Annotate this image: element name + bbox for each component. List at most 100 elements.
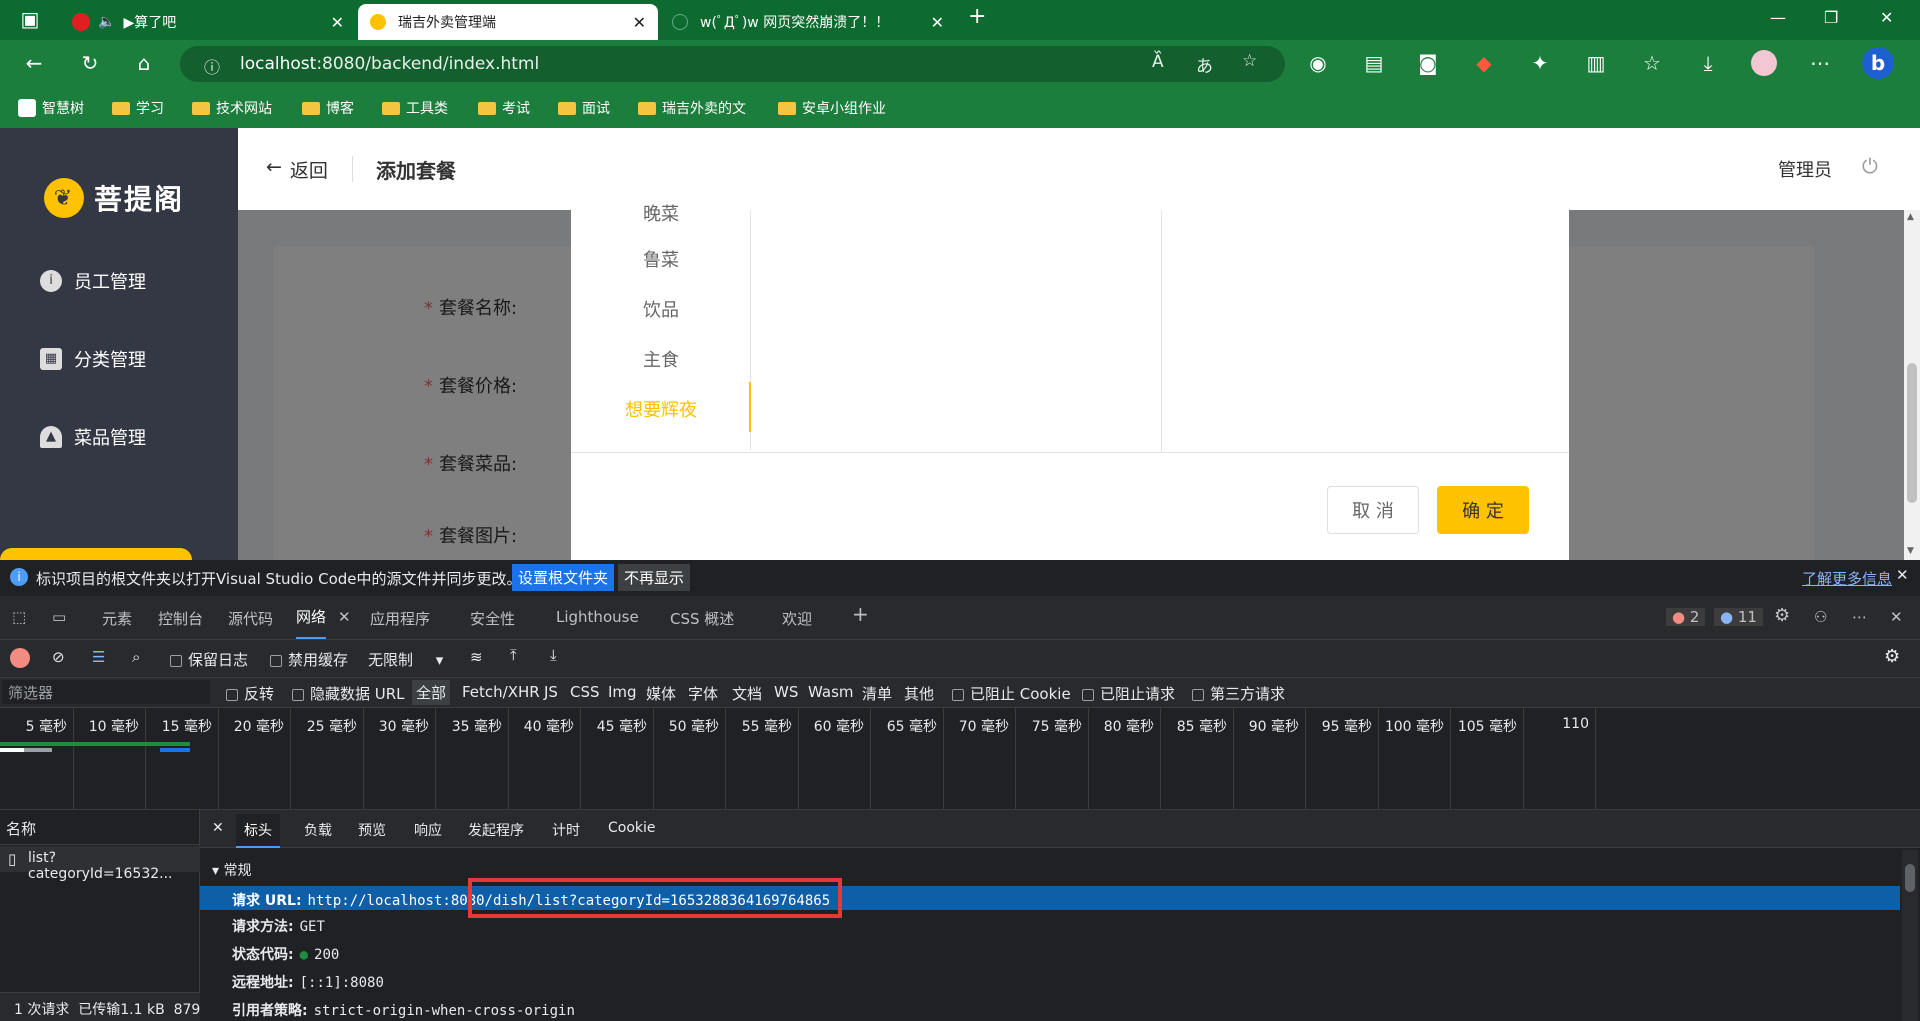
tab-response[interactable]: 响应	[414, 820, 442, 840]
address-bar[interactable]: ⓘ localhost:8080/backend/index.html A᷈ あ…	[180, 46, 1285, 82]
tab-actions-icon[interactable]: ▣	[16, 6, 44, 32]
page-scrollbar[interactable]: ▲ ▼	[1904, 210, 1920, 560]
more-tabs-icon[interactable]: +	[852, 602, 869, 626]
category-item[interactable]: 饮品	[571, 296, 751, 322]
more-icon[interactable]: ⋯	[1806, 50, 1834, 76]
filter-type-all[interactable]: 全部	[412, 680, 451, 705]
preserve-log-checkbox[interactable]: 保留日志	[170, 649, 248, 670]
detail-scrollbar[interactable]	[1902, 850, 1918, 1021]
nav-item-dish[interactable]: ▲ 菜品管理	[40, 424, 146, 450]
extension-3-icon[interactable]: ◙	[1414, 50, 1442, 76]
close-devtools-icon[interactable]: ✕	[1890, 608, 1903, 626]
power-icon[interactable]: ⏻	[1862, 154, 1878, 178]
tab-timing[interactable]: 计时	[552, 820, 580, 840]
tab-css-overview[interactable]: CSS 概述	[670, 608, 734, 629]
bookmark-folder[interactable]: 工具类	[382, 98, 448, 118]
export-har-icon[interactable]: ⤓	[550, 646, 557, 664]
hide-data-url-checkbox[interactable]: 隐藏数据 URL	[292, 683, 405, 704]
import-har-icon[interactable]: ⤒	[510, 646, 517, 664]
bookmark-item[interactable]: 智慧树	[18, 98, 84, 118]
tab-payload[interactable]: 负载	[304, 820, 332, 840]
tab-elements[interactable]: 元素	[102, 608, 132, 629]
customize-icon[interactable]: ⚇	[1814, 608, 1827, 626]
nav-item-category[interactable]: ▦ 分类管理	[40, 346, 146, 372]
tab-lighthouse[interactable]: Lighthouse	[556, 608, 639, 626]
confirm-button[interactable]: 确 定	[1437, 486, 1529, 534]
downloads-icon[interactable]: ⤓	[1694, 50, 1722, 76]
filter-type-css[interactable]: CSS	[570, 683, 600, 701]
inspect-icon[interactable]: ⬚	[12, 608, 26, 626]
bookmark-folder[interactable]: 技术网站	[192, 98, 272, 118]
bookmark-folder[interactable]: 瑞吉外卖的文	[638, 98, 746, 118]
bing-copilot-icon[interactable]: b	[1862, 47, 1894, 79]
category-item[interactable]: 鲁菜	[571, 246, 751, 272]
minimize-icon[interactable]: —	[1770, 8, 1786, 27]
detail-scrollbar-thumb[interactable]	[1905, 864, 1915, 892]
network-timeline-overview[interactable]: 5 毫秒 10 毫秒 15 毫秒 20 毫秒 25 毫秒 30 毫秒 35 毫秒 40 毫秒 4…	[0, 708, 1920, 810]
back-link[interactable]: ← 返回	[266, 156, 328, 183]
split-screen-icon[interactable]: ▥	[1582, 50, 1610, 76]
name-column-header[interactable]: 名称	[6, 818, 36, 839]
scroll-up-icon[interactable]: ▲	[1907, 212, 1914, 222]
filter-type-other[interactable]: 其他	[904, 683, 934, 704]
bookmark-folder[interactable]: 学习	[112, 98, 164, 118]
category-item[interactable]: 晚菜	[571, 200, 751, 226]
filter-type-xhr[interactable]: Fetch/XHR	[462, 683, 540, 701]
nav-item-employee[interactable]: i 员工管理	[40, 268, 146, 294]
filter-input[interactable]: 筛选器	[2, 680, 210, 704]
clear-icon[interactable]: ⊘	[52, 648, 65, 666]
close-infobar-icon[interactable]: ✕	[1896, 566, 1909, 584]
info-badge[interactable]: ● 11	[1714, 608, 1763, 626]
header-row-remote-address[interactable]: 远程地址: [::1]:8080	[232, 972, 384, 992]
bookmark-folder[interactable]: 博客	[302, 98, 354, 118]
close-tab-icon[interactable]: ✕	[331, 13, 344, 32]
tab-sources[interactable]: 源代码	[228, 608, 273, 629]
filter-type-ws[interactable]: WS	[774, 683, 798, 701]
filter-type-img[interactable]: Img	[608, 683, 637, 701]
site-info-icon[interactable]: ⓘ	[204, 54, 220, 78]
home-icon[interactable]: ⌂	[130, 50, 158, 76]
tab-headers[interactable]: 标头	[236, 814, 280, 848]
tab-2[interactable]: 瑞吉外卖管理端 ✕	[358, 4, 658, 40]
set-root-folder-button[interactable]: 设置根文件夹	[512, 564, 615, 591]
filter-type-js[interactable]: JS	[544, 683, 558, 701]
filter-type-doc[interactable]: 文档	[732, 683, 762, 704]
category-item[interactable]: 主食	[571, 346, 751, 372]
network-conditions-icon[interactable]: ≋	[470, 648, 483, 666]
tab-welcome[interactable]: 欢迎	[782, 608, 812, 629]
bookmark-folder[interactable]: 考试	[478, 98, 530, 118]
blocked-cookies-checkbox[interactable]: 已阻止 Cookie	[952, 683, 1071, 704]
filter-type-font[interactable]: 字体	[688, 683, 718, 704]
extension-2-icon[interactable]: ▤	[1360, 50, 1388, 76]
new-tab-icon[interactable]: +	[968, 4, 986, 29]
bookmark-folder[interactable]: 安卓小组作业	[778, 98, 886, 118]
error-badge[interactable]: ● 2	[1666, 608, 1706, 626]
close-tab-icon[interactable]: ✕	[633, 13, 646, 32]
scroll-down-icon[interactable]: ▼	[1907, 546, 1914, 556]
settings-icon[interactable]: ⚙	[1774, 605, 1790, 626]
close-window-icon[interactable]: ✕	[1880, 8, 1893, 27]
speaker-icon[interactable]: 🔈	[98, 14, 115, 30]
tab-security[interactable]: 安全性	[470, 608, 515, 629]
record-icon[interactable]	[10, 648, 30, 668]
tab-console[interactable]: 控制台	[158, 608, 203, 629]
network-settings-icon[interactable]: ⚙	[1884, 646, 1900, 667]
dont-show-again-button[interactable]: 不再显示	[618, 564, 691, 591]
extension-1-icon[interactable]: ◉	[1304, 50, 1332, 76]
tab-application[interactable]: 应用程序	[370, 608, 430, 629]
third-party-checkbox[interactable]: 第三方请求	[1192, 683, 1285, 704]
tab-preview[interactable]: 预览	[358, 820, 386, 840]
more-options-icon[interactable]: ⋯	[1852, 608, 1867, 626]
invert-checkbox[interactable]: 反转	[226, 683, 274, 704]
close-tab-icon[interactable]: ✕	[931, 13, 944, 32]
favorite-add-icon[interactable]: ☆	[1242, 51, 1257, 71]
scrollbar-thumb[interactable]	[1907, 363, 1917, 503]
category-item-active[interactable]: 想要辉夜	[571, 396, 751, 422]
nav-item-active-indicator[interactable]	[0, 548, 192, 560]
tab-network[interactable]: 网络	[296, 606, 327, 639]
throttle-select[interactable]: 无限制 ▾	[368, 649, 443, 670]
device-toolbar-icon[interactable]: ▭	[52, 608, 66, 626]
favorites-icon[interactable]: ☆	[1638, 50, 1666, 76]
refresh-icon[interactable]: ↻	[76, 50, 104, 76]
maximize-icon[interactable]: ❐	[1824, 8, 1838, 27]
